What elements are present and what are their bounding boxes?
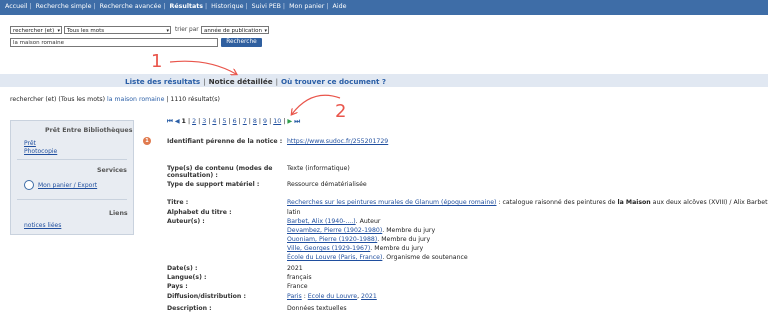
prev-page-icon[interactable]: ◀ — [175, 118, 180, 125]
next-page-icon[interactable]: ▶ — [287, 118, 292, 125]
language-value: français — [287, 274, 312, 281]
cart-export-link[interactable]: Mon panier / Export — [38, 182, 97, 189]
content-type-label-line2: consultation) : — [167, 172, 218, 179]
author-row: Ouoniam, Pierre (1920-1988). Membre du j… — [287, 236, 430, 243]
page-link[interactable]: 8 — [253, 118, 257, 125]
title-link[interactable]: Recherches sur les peintures murales de … — [287, 199, 496, 206]
sidebar: Prêt Entre Bibliothèques Prêt Photocopie… — [10, 120, 134, 235]
annotation-arrow-1 — [169, 60, 236, 74]
distribution-value: Paris : Ecole du Louvre, 2021 — [287, 293, 377, 300]
author-role: . Membre du jury — [382, 227, 436, 234]
page-link[interactable]: 10 — [273, 118, 281, 125]
author-link[interactable]: Ouoniam, Pierre (1920-1988) — [287, 236, 377, 243]
peb-title: Prêt Entre Bibliothèques — [45, 127, 133, 134]
summary-count: | 1110 résultat(s) — [166, 96, 220, 103]
page-link[interactable]: 5 — [222, 118, 226, 125]
author-row: Devambez, Pierre (1902-1980). Membre du … — [287, 227, 435, 234]
distribution-publisher-link[interactable]: Ecole du Louvre — [308, 293, 357, 300]
alphabet-label: Alphabet du titre : — [167, 209, 232, 216]
links-title: Liens — [109, 210, 128, 217]
title-bold: la Maison — [617, 199, 651, 206]
distribution-year-link[interactable]: 2021 — [361, 293, 377, 300]
last-page-icon[interactable]: ⏭ — [294, 118, 300, 125]
author-role: . Auteur — [355, 218, 381, 225]
services-title: Services — [97, 167, 127, 174]
sidebar-divider — [17, 159, 127, 160]
author-link[interactable]: Barbet, Alix (1940-....) — [287, 218, 356, 225]
author-row: École du Louvre (Paris, France). Organis… — [287, 254, 468, 261]
author-link[interactable]: Devambez, Pierre (1902-1980) — [287, 227, 382, 234]
alphabet-value: latin — [287, 209, 301, 216]
country-label: Pays : — [167, 283, 188, 290]
permalink-label: Identifiant pérenne de la notice : — [167, 138, 283, 145]
description-label: Description : — [167, 305, 212, 312]
title-value: Recherches sur les peintures murales de … — [287, 199, 768, 206]
related-records-link[interactable]: notices liées — [24, 222, 61, 229]
page-link[interactable]: 6 — [233, 118, 237, 125]
title-rest-a: : catalogue raisonné des peintures de — [496, 199, 618, 206]
author-row: Barbet, Alix (1940-....). Auteur — [287, 218, 380, 225]
peb-link-photocopie[interactable]: Photocopie — [24, 148, 57, 155]
page-link[interactable]: 2 — [192, 118, 196, 125]
author-role: . Membre du jury — [370, 245, 424, 252]
annotation-arrow-2 — [292, 94, 341, 114]
support-value: Ressource dématérialisée — [287, 181, 367, 188]
dates-label: Date(s) : — [167, 265, 198, 272]
title-label: Titre : — [167, 199, 189, 206]
content-type-label-line1: Type(s) de contenu (modes de — [167, 165, 273, 172]
cart-icon[interactable] — [24, 180, 34, 190]
author-role: . Membre du jury — [377, 236, 431, 243]
pager: ⏮ ◀ 1 | 2 | 3 | 4 | 5 | 6 | 7 | 8 | 9 | … — [167, 118, 300, 125]
record-number-badge: 1 — [143, 137, 151, 145]
author-role: . Organisme de soutenance — [382, 254, 468, 261]
distribution-place-link[interactable]: Paris — [287, 293, 302, 300]
distribution-label: Diffusion/distribution : — [167, 293, 246, 300]
summary-query[interactable]: la maison romaine — [107, 96, 164, 103]
content-type-value: Texte (informatique) — [287, 165, 350, 172]
author-link[interactable]: École du Louvre (Paris, France) — [287, 254, 382, 261]
page-link[interactable]: 7 — [243, 118, 247, 125]
page-link[interactable]: 3 — [202, 118, 206, 125]
authors-label: Auteur(s) : — [167, 218, 205, 225]
sidebar-divider — [17, 199, 127, 200]
country-value: France — [287, 283, 308, 290]
author-row: Ville, Georges (1929-1967). Membre du ju… — [287, 245, 423, 252]
page-link[interactable]: 4 — [212, 118, 216, 125]
author-link[interactable]: Ville, Georges (1929-1967) — [287, 245, 370, 252]
support-label: Type de support matériel : — [167, 181, 260, 188]
peb-link-pret[interactable]: Prêt — [24, 140, 36, 147]
search-summary: rechercher (et) (Tous les mots) la maiso… — [10, 96, 220, 103]
first-page-icon[interactable]: ⏮ — [167, 118, 173, 125]
language-label: Langue(s) : — [167, 274, 207, 281]
summary-prefix: rechercher (et) (Tous les mots) — [10, 96, 106, 103]
permalink-link[interactable]: https://www.sudoc.fr/255201729 — [287, 138, 388, 145]
dates-value: 2021 — [287, 265, 303, 272]
page-current: 1 — [181, 118, 186, 125]
page-link[interactable]: 9 — [263, 118, 267, 125]
title-rest-b: aux deux alcôves (XVIII) / Alix Barbet — [650, 199, 768, 206]
description-value: Données textuelles — [287, 305, 347, 312]
